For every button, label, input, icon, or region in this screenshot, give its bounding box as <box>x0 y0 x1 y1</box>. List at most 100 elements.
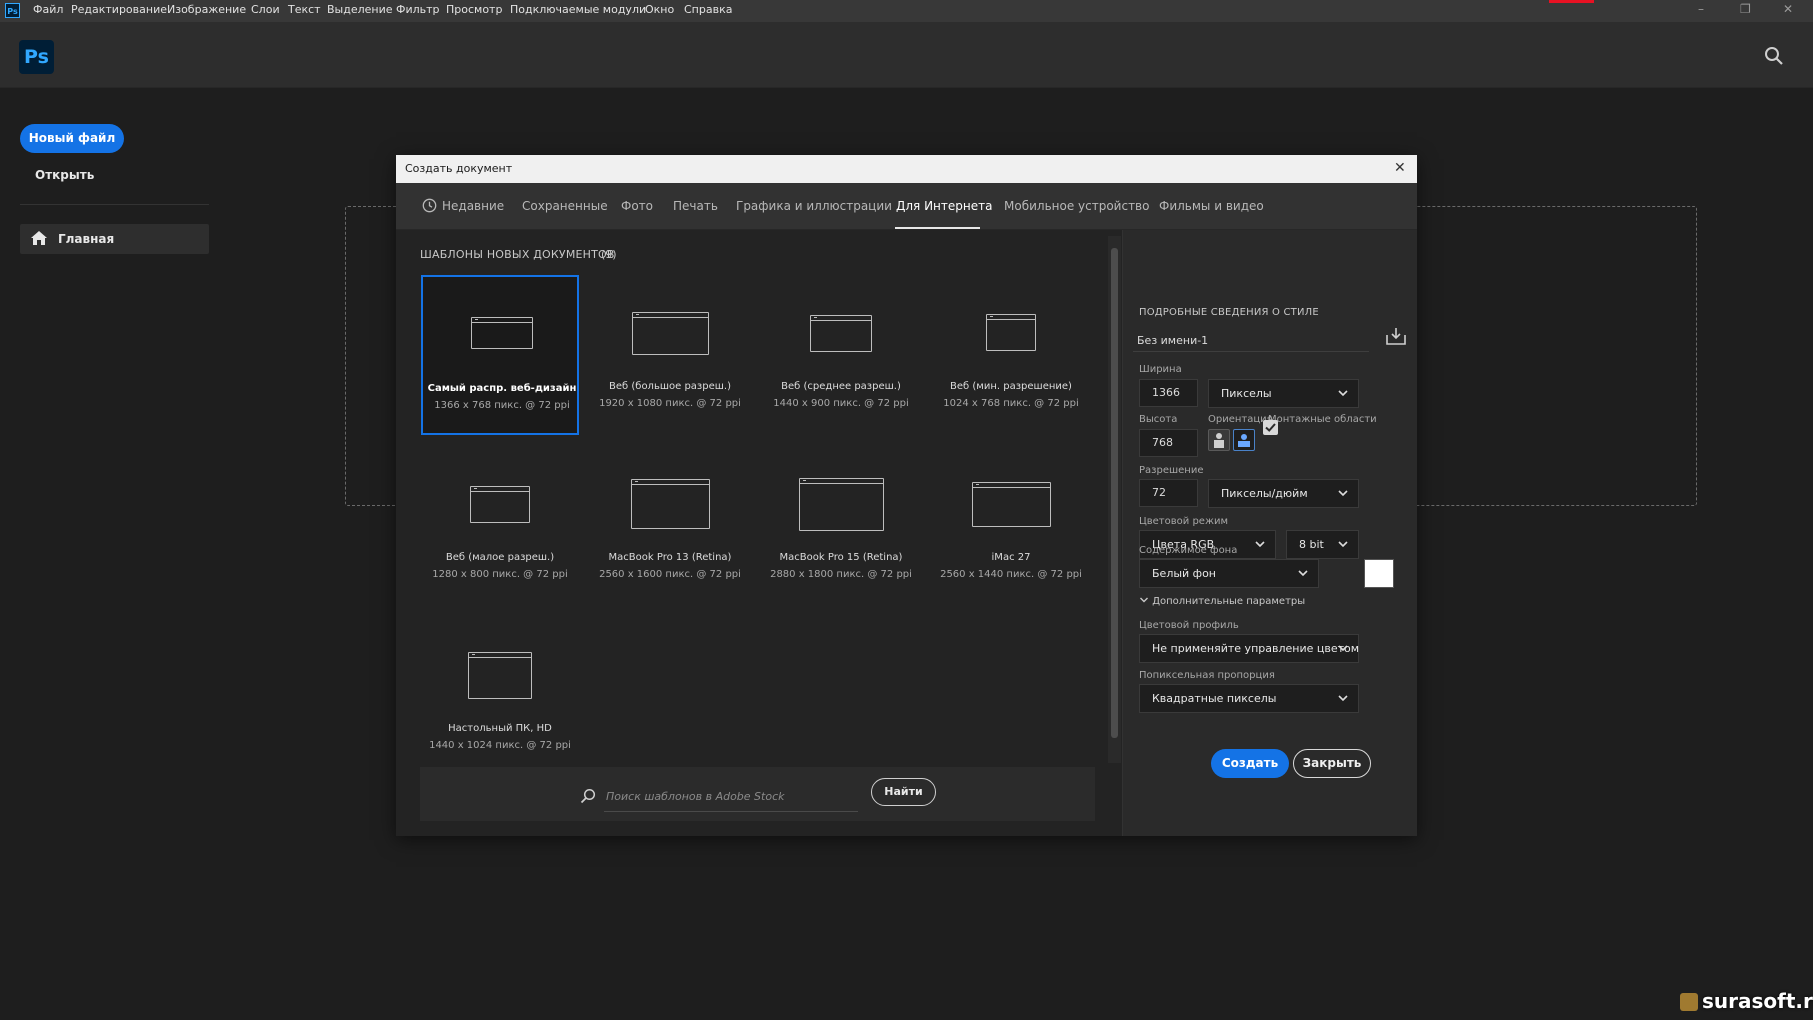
width-unit-select[interactable]: Пикселы <box>1208 379 1359 408</box>
template-title: Веб (среднее разреш.) <box>781 381 901 392</box>
document-icon <box>632 312 709 355</box>
new-file-button[interactable]: Новый файл <box>20 124 124 153</box>
menu-edit[interactable]: Редактирование <box>71 3 167 16</box>
tab-web[interactable]: Для Интернета <box>896 199 992 213</box>
window-close-icon[interactable]: ✕ <box>1783 2 1793 16</box>
template-title: Веб (мин. разрешение) <box>950 381 1072 392</box>
document-icon <box>468 652 532 699</box>
menu-layers[interactable]: Слои <box>251 3 280 16</box>
sidebar-divider <box>20 204 209 205</box>
scrollbar-thumb[interactable] <box>1111 248 1118 738</box>
bg-color-swatch[interactable] <box>1364 559 1394 588</box>
new-document-dialog: Создать документ ✕ Недавние Сохраненные … <box>396 155 1417 836</box>
minimize-icon[interactable]: – <box>1698 2 1704 16</box>
portrait-orientation-icon[interactable] <box>1208 429 1230 451</box>
template-card[interactable]: Веб (малое разреш.) 1280 x 800 пикс. @ 7… <box>421 446 579 606</box>
resolution-unit-value: Пикселы/дюйм <box>1221 487 1308 500</box>
document-icon <box>470 486 530 523</box>
menu-type[interactable]: Текст <box>288 3 321 16</box>
template-card[interactable]: Самый распр. веб-дизайн 1366 x 768 пикс.… <box>421 275 579 435</box>
bg-contents-value: Белый фон <box>1152 567 1217 580</box>
menu-view[interactable]: Просмотр <box>446 3 502 16</box>
open-button[interactable]: Открыть <box>35 168 94 182</box>
menu-filter[interactable]: Фильтр <box>396 3 440 16</box>
tab-mobile[interactable]: Мобильное устройство <box>1004 199 1149 213</box>
template-size: 1920 x 1080 пикс. @ 72 ppi <box>599 398 741 409</box>
template-title: MacBook Pro 15 (Retina) <box>779 552 903 563</box>
advanced-options-toggle[interactable]: Дополнительные параметры <box>1139 595 1305 607</box>
template-card[interactable]: MacBook Pro 15 (Retina) 2880 x 1800 пикс… <box>762 446 920 606</box>
template-card[interactable]: Настольный ПК, HD 1440 x 1024 пикс. @ 72… <box>421 617 579 777</box>
dialog-title: Создать документ <box>405 162 513 175</box>
resolution-label: Разрешение <box>1139 465 1204 476</box>
artboards-checkbox[interactable] <box>1263 420 1278 435</box>
template-size: 1440 x 1024 пикс. @ 72 ppi <box>429 740 571 751</box>
menu-select[interactable]: Выделение <box>327 3 393 16</box>
clock-icon <box>422 198 437 217</box>
chevron-down-icon <box>1338 645 1348 652</box>
width-label: Ширина <box>1139 364 1182 375</box>
bg-contents-label: Содержимое фона <box>1139 545 1238 556</box>
resolution-unit-select[interactable]: Пикселы/дюйм <box>1208 479 1359 508</box>
bit-depth-select[interactable]: 8 bit <box>1286 530 1359 559</box>
restore-icon[interactable]: ❐ <box>1740 2 1751 16</box>
close-button[interactable]: Закрыть <box>1293 749 1371 778</box>
document-icon <box>810 315 872 352</box>
document-icon <box>471 317 533 349</box>
menu-window[interactable]: Окно <box>645 3 674 16</box>
tab-art-illustration[interactable]: Графика и иллюстрации <box>736 199 892 213</box>
menu-file[interactable]: Файл <box>33 3 63 16</box>
height-input[interactable]: 768 <box>1139 429 1198 457</box>
menu-plugins[interactable]: Подключаемые модули <box>510 3 646 16</box>
chevron-down-icon <box>1140 597 1148 603</box>
resolution-input[interactable]: 72 <box>1139 479 1198 507</box>
tab-film-video[interactable]: Фильмы и видео <box>1159 199 1264 213</box>
template-title: iMac 27 <box>991 552 1031 563</box>
tab-photo[interactable]: Фото <box>621 199 653 213</box>
document-icon <box>631 479 710 529</box>
tab-print[interactable]: Печать <box>673 199 718 213</box>
stock-search-input[interactable] <box>604 781 858 812</box>
chevron-down-icon <box>1338 541 1348 548</box>
tab-saved[interactable]: Сохраненные <box>522 199 608 213</box>
template-card[interactable]: Веб (среднее разреш.) 1440 x 900 пикс. @… <box>762 275 920 435</box>
create-button[interactable]: Создать <box>1211 749 1289 778</box>
landscape-orientation-icon[interactable] <box>1233 429 1255 451</box>
document-icon <box>986 314 1036 351</box>
menu-help[interactable]: Справка <box>684 3 732 16</box>
template-title: Веб (большое разреш.) <box>609 381 731 392</box>
search-icon[interactable] <box>1764 46 1784 70</box>
template-size: 1024 x 768 пикс. @ 72 ppi <box>943 398 1079 409</box>
photoshop-logo: Ps <box>19 40 54 74</box>
template-card[interactable]: Веб (большое разреш.) 1920 x 1080 пикс. … <box>591 275 749 435</box>
watermark-text: surasoft.ru <box>1702 989 1813 1013</box>
menu-image[interactable]: Изображение <box>167 3 246 16</box>
sidebar-item-label: Главная <box>58 232 115 246</box>
chevron-down-icon <box>1338 695 1348 702</box>
pixel-aspect-label: Попиксельная пропорция <box>1139 670 1275 681</box>
dialog-close-icon[interactable]: ✕ <box>1394 160 1406 176</box>
find-button[interactable]: Найти <box>871 778 936 806</box>
sidebar-item-home[interactable] <box>20 224 209 254</box>
chevron-down-icon <box>1255 541 1265 548</box>
templates-count: (9) <box>601 248 617 261</box>
template-card[interactable]: iMac 27 2560 x 1440 пикс. @ 72 ppi <box>932 446 1090 606</box>
width-input[interactable]: 1366 <box>1139 379 1198 407</box>
template-card[interactable]: Веб (мин. разрешение) 1024 x 768 пикс. @… <box>932 275 1090 435</box>
template-size: 1366 x 768 пикс. @ 72 ppi <box>434 400 570 411</box>
pixel-aspect-select[interactable]: Квадратные пикселы <box>1139 684 1359 713</box>
template-card[interactable]: MacBook Pro 13 (Retina) 2560 x 1600 пикс… <box>591 446 749 606</box>
tab-recent[interactable]: Недавние <box>442 199 504 213</box>
template-title: Настольный ПК, HD <box>448 723 552 734</box>
save-preset-icon[interactable] <box>1385 326 1407 350</box>
dialog-titlebar: Создать документ ✕ <box>396 155 1417 183</box>
app-menu-icon[interactable]: Ps <box>5 3 20 18</box>
color-mode-label: Цветовой режим <box>1139 516 1228 527</box>
color-profile-select[interactable]: Не применяйте управление цветом <box>1139 634 1359 663</box>
template-size: 1280 x 800 пикс. @ 72 ppi <box>432 569 568 580</box>
document-icon <box>972 482 1051 527</box>
template-size: 2560 x 1440 пикс. @ 72 ppi <box>940 569 1082 580</box>
width-unit-value: Пикселы <box>1221 387 1272 400</box>
bg-contents-select[interactable]: Белый фон <box>1139 559 1319 588</box>
document-name-field[interactable]: Без имени-1 <box>1133 330 1369 352</box>
